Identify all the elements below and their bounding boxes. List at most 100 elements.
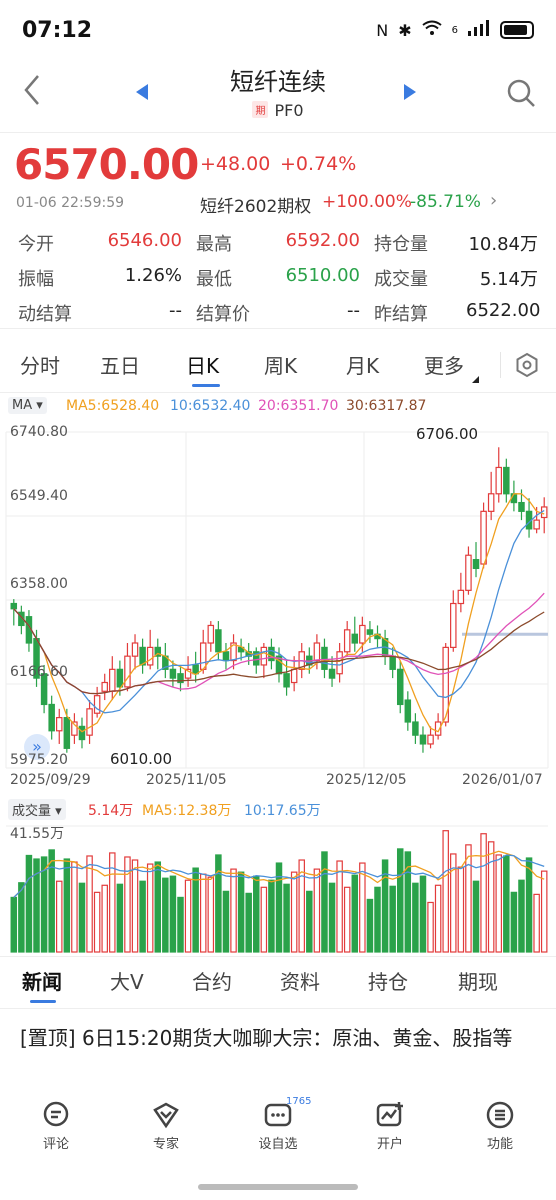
candle-body <box>124 655 131 688</box>
divider <box>500 352 501 378</box>
volume-bar <box>184 879 192 953</box>
volume-bar <box>86 855 93 953</box>
volume-bar <box>18 882 25 953</box>
watchlist-icon <box>263 1100 293 1130</box>
candlestick-chart[interactable] <box>0 420 556 800</box>
candle-body <box>487 493 495 512</box>
candle-body <box>328 668 336 679</box>
ma5-line <box>13 493 545 733</box>
bottom-nav-item[interactable]: 设自选 <box>238 1100 318 1152</box>
candle-body <box>283 673 290 688</box>
volume-bar <box>222 890 230 953</box>
menu-icon <box>485 1100 515 1130</box>
price-change-pct: +0.74% <box>280 153 357 175</box>
candle-body <box>503 466 510 495</box>
candle-body <box>343 629 351 653</box>
chevron-right-icon[interactable]: › <box>490 190 497 211</box>
volume-bar <box>442 830 449 953</box>
news-tab[interactable]: 大V <box>110 966 144 995</box>
candle-body <box>56 717 63 732</box>
news-tab[interactable]: 合约 <box>192 966 232 995</box>
volume-bar <box>366 898 374 953</box>
battery-icon <box>500 21 534 39</box>
volume-bar <box>336 860 343 953</box>
tab-period[interactable]: 分时 <box>20 350 60 379</box>
ma-selector[interactable]: MA ▾ <box>8 397 47 414</box>
y-tick-label: 6358.00 <box>10 576 68 592</box>
settings-icon[interactable] <box>514 352 540 378</box>
quote-value: -- <box>347 300 360 321</box>
candle-body <box>457 589 465 605</box>
news-item[interactable]: [置顶] 6日15:20期货大咖聊大宗：原油、黄金、股指等 <box>20 1024 540 1052</box>
page-title: 短纤连续 <box>230 68 326 96</box>
option-link[interactable]: 短纤2602期权 <box>200 192 311 217</box>
option-up: +100.00% <box>322 192 412 212</box>
volume-bar <box>412 882 419 953</box>
divider <box>0 132 556 133</box>
tab-period[interactable]: 月K <box>346 350 379 379</box>
volume-bar <box>457 866 465 953</box>
bottom-nav-item[interactable]: 开户 <box>350 1100 430 1152</box>
bottom-nav-label: 专家 <box>152 1137 179 1152</box>
quote-value: -- <box>169 300 182 321</box>
last-price: 6570.00 <box>14 140 199 189</box>
comment-icon <box>41 1100 71 1130</box>
bottom-nav-item[interactable]: 评论 <box>16 1100 96 1152</box>
tab-period[interactable]: 五日 <box>100 350 140 379</box>
candle-body <box>101 681 108 692</box>
tab-period[interactable]: 更多 <box>424 350 464 379</box>
low-annotation: 6010.00 <box>110 750 173 768</box>
volume-bar <box>283 883 290 953</box>
candle-body <box>268 646 275 662</box>
option-down: -85.71% <box>410 192 481 212</box>
ma30-label: 30:6317.87 <box>346 398 427 414</box>
volume-bar <box>260 886 268 953</box>
news-tab[interactable]: 资料 <box>280 966 320 995</box>
contract-code: 期 PF0 <box>0 101 556 120</box>
volume-bar <box>169 875 177 953</box>
volume-bar <box>518 879 525 953</box>
volume-bar <box>374 886 381 953</box>
candle-body <box>86 708 93 736</box>
home-indicator[interactable] <box>198 1184 358 1190</box>
futures-tag: 期 <box>252 101 269 118</box>
volume-bar <box>313 868 321 953</box>
volume-bar <box>480 833 487 953</box>
status-icons: N ✱ 6 <box>376 20 534 40</box>
volume-chart[interactable] <box>0 818 556 954</box>
volume-bar <box>359 862 366 953</box>
next-contract-icon[interactable] <box>404 84 416 100</box>
signal-icon <box>468 20 490 40</box>
news-tab[interactable]: 期现 <box>458 966 498 995</box>
volume-bar <box>427 901 434 953</box>
bottom-nav-item[interactable]: 专家 <box>126 1100 206 1152</box>
quote-value: 5.14万 <box>479 269 538 290</box>
bottom-nav-item[interactable]: 功能 <box>460 1100 540 1152</box>
volume-bar <box>533 893 540 953</box>
volume-bar <box>207 876 215 953</box>
candle-body <box>450 602 457 648</box>
candle-body <box>116 668 124 688</box>
quote-label: 动结算 <box>18 304 72 325</box>
news-tab[interactable]: 持仓 <box>368 966 408 995</box>
volume-bar <box>253 875 260 953</box>
candle-body <box>427 734 434 745</box>
x-tick-label: 2026/01/07 <box>462 772 543 788</box>
volume-selector[interactable]: 成交量 ▾ <box>8 799 66 820</box>
tab-period[interactable]: 日K <box>186 350 219 379</box>
quote-label: 最高 <box>196 234 232 255</box>
candle-body <box>495 466 502 495</box>
tab-period[interactable]: 周K <box>264 350 297 379</box>
quote-label: 持仓量 <box>374 234 428 255</box>
ma5-label: MA5:6528.40 <box>66 398 160 414</box>
news-tab[interactable]: 新闻 <box>22 966 62 995</box>
volume-bar <box>10 896 18 953</box>
volume-ma5: MA5:12.38万 <box>142 803 232 819</box>
volume-bar <box>101 884 108 953</box>
search-icon[interactable] <box>506 78 536 108</box>
volume-bar <box>199 873 207 953</box>
candle-body <box>396 668 404 706</box>
candle-body <box>93 695 101 714</box>
volume-bar <box>71 861 78 953</box>
volume-bar <box>215 854 222 953</box>
